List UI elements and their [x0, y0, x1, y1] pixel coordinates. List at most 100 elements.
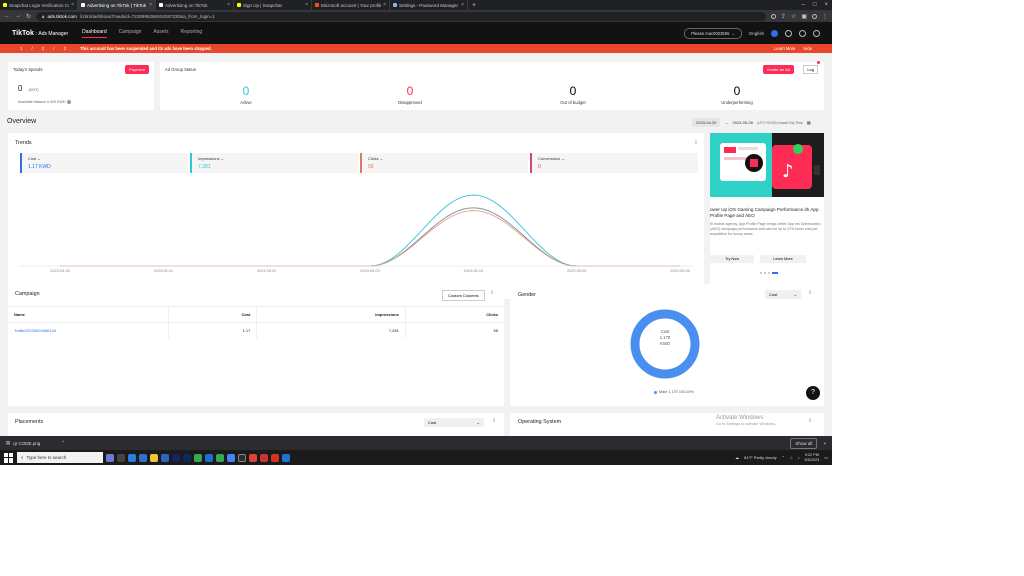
series-line-clicks[interactable] [60, 210, 680, 267]
share-icon[interactable]: ⇪ [781, 13, 786, 20]
chrome-red-icon[interactable] [249, 453, 257, 462]
date-from[interactable]: 2023-04-30 [692, 118, 721, 127]
chrome-icon[interactable] [216, 453, 224, 462]
shop-icon[interactable] [785, 29, 792, 37]
nav-dashboard[interactable]: Dashboard [82, 29, 107, 38]
notifications-icon[interactable]: ▭ [824, 455, 828, 460]
clock[interactable]: 9:22 PM 5/5/2023 [804, 453, 819, 463]
menu-icon[interactable]: ⋮ [822, 13, 828, 20]
show-all-button[interactable]: Show all [790, 437, 818, 449]
browser-tab[interactable]: Sign Up | Snapchat × [234, 0, 312, 10]
app-icon[interactable] [238, 453, 246, 462]
download-item[interactable]: ▤ qr CODE.png ⌃ [6, 440, 65, 446]
word-icon[interactable] [205, 453, 213, 462]
browser-tab[interactable]: Settings - Password Manager × [390, 0, 468, 10]
gender-metric-select[interactable]: Cost ⌄ [765, 290, 801, 299]
edge-icon[interactable] [128, 453, 136, 462]
extensions-icon[interactable]: ▣ [801, 13, 807, 20]
bookmark-star-icon[interactable]: ☆ [791, 13, 796, 20]
minimize-icon[interactable]: – [802, 2, 805, 8]
carousel-dots[interactable] [760, 272, 778, 274]
try-now-button[interactable]: Try Now [710, 255, 754, 263]
add-icon[interactable] [771, 29, 778, 37]
taskbar-search[interactable]: ⌕ Type here to search [17, 452, 103, 463]
file-explorer-icon[interactable] [150, 453, 158, 462]
close-icon[interactable]: × [823, 441, 826, 446]
nav-campaign[interactable]: Campaign [119, 29, 142, 38]
close-icon[interactable]: × [71, 2, 74, 8]
account-selector[interactable]: Please mac0023555 ⌄ [684, 27, 743, 39]
date-to[interactable]: 2023-05-06 [732, 120, 752, 125]
wps-icon[interactable] [271, 453, 279, 462]
calendar-icon[interactable]: ▦ [807, 120, 811, 125]
col-impressions[interactable]: Impressions [256, 306, 406, 323]
zoom-icon[interactable] [282, 453, 290, 462]
windows-start-icon[interactable] [4, 452, 14, 463]
log-button[interactable]: Log [803, 65, 818, 74]
placements-metric-select[interactable]: Cost ⌄ [424, 418, 484, 427]
placements-card: Placements Cost ⌄ ⇩ [8, 413, 504, 436]
download-icon[interactable]: ⇩ [808, 290, 812, 296]
maximize-icon[interactable]: □ [813, 2, 817, 8]
task-view-icon[interactable] [117, 453, 125, 462]
download-icon[interactable]: ⇩ [490, 290, 494, 296]
browser-tab[interactable]: Snapchat Login Verification Cod × [0, 0, 78, 10]
close-icon[interactable]: × [383, 2, 386, 8]
url-input[interactable]: 🔒︎ ads.tiktok.com/i18n/dashboard?aadvid=… [36, 11, 766, 21]
download-icon[interactable]: ⇩ [808, 418, 812, 424]
browser-tabstrip: Snapchat Login Verification Cod × Adverti… [0, 0, 832, 10]
series-line-cost[interactable] [60, 207, 680, 267]
teams-icon[interactable] [139, 453, 147, 462]
bell-icon[interactable] [799, 29, 806, 37]
close-icon[interactable]: × [149, 2, 152, 8]
col-name[interactable]: Name [8, 306, 169, 323]
reload-icon[interactable]: ↻ [26, 13, 31, 20]
browser-tab[interactable]: Advertising on TikTok | TikTok A × [78, 0, 156, 10]
create-ad-button[interactable]: Create an Ad [762, 65, 794, 74]
store-icon[interactable] [161, 453, 169, 462]
banner-hide-button[interactable]: Hide [803, 46, 812, 51]
new-tab-button[interactable]: + [468, 2, 480, 9]
profile-icon[interactable] [812, 13, 817, 19]
close-icon[interactable]: × [461, 2, 464, 8]
banner-learn-more-link[interactable]: Learn More [774, 46, 795, 51]
help-icon[interactable] [813, 29, 820, 37]
close-icon[interactable]: × [227, 2, 230, 8]
language-selector[interactable]: English [749, 31, 764, 36]
status-underperforming[interactable]: 0 Underperforming [692, 84, 782, 105]
tiktok-logo[interactable]: TikTok: Ads Manager [12, 30, 68, 37]
status-active[interactable]: 0 Active [201, 84, 291, 105]
learn-more-button[interactable]: Learn More [760, 255, 806, 263]
browser-tab[interactable]: Advertising on TikTok × [156, 0, 234, 10]
chrome-icon[interactable] [194, 453, 202, 462]
chevron-up-icon[interactable]: ⌃ [61, 440, 65, 446]
photoshop-icon[interactable] [183, 453, 191, 462]
custom-columns-button[interactable]: Custom Columns [442, 290, 485, 301]
help-chat-button[interactable]: ? [806, 386, 820, 400]
cortana-image-icon[interactable] [106, 453, 114, 462]
office-icon[interactable] [260, 453, 268, 462]
browser-tab[interactable]: Microsoft account | Your profile × [312, 0, 390, 10]
status-disapproved[interactable]: 0 Disapproved [365, 84, 455, 105]
network-icon[interactable]: ⌂ [790, 455, 792, 460]
col-cost[interactable]: Cost [168, 306, 258, 323]
series-line-impressions[interactable] [60, 194, 680, 267]
google-icon[interactable] [770, 13, 776, 19]
date-range-picker[interactable]: 2023-04-30 → 2023-05-06 (UTC+03:00) Kuwa… [692, 118, 811, 127]
back-icon[interactable]: ← [4, 13, 10, 19]
campaign-name-link[interactable]: Traffic20230504080124 [8, 322, 169, 338]
forward-icon[interactable]: → [15, 13, 21, 19]
premiere-icon[interactable] [172, 453, 180, 462]
nav-reporting[interactable]: Reporting [180, 29, 202, 38]
status-out-of-budget[interactable]: 0 Out of budget [528, 84, 618, 105]
close-window-icon[interactable]: × [824, 2, 828, 8]
payment-button[interactable]: Payment [125, 65, 149, 74]
download-icon[interactable]: ⇩ [492, 418, 496, 424]
nav-assets[interactable]: Assets [153, 29, 168, 38]
volume-icon[interactable]: ♪ [797, 455, 799, 460]
col-clicks[interactable]: Clicks [405, 306, 504, 323]
chrome-profile-icon[interactable] [227, 453, 235, 462]
close-icon[interactable]: × [305, 2, 308, 8]
chevron-up-icon[interactable]: ⌃ [782, 455, 785, 460]
weather-text[interactable]: 81°F Partly cloudy [744, 455, 777, 460]
